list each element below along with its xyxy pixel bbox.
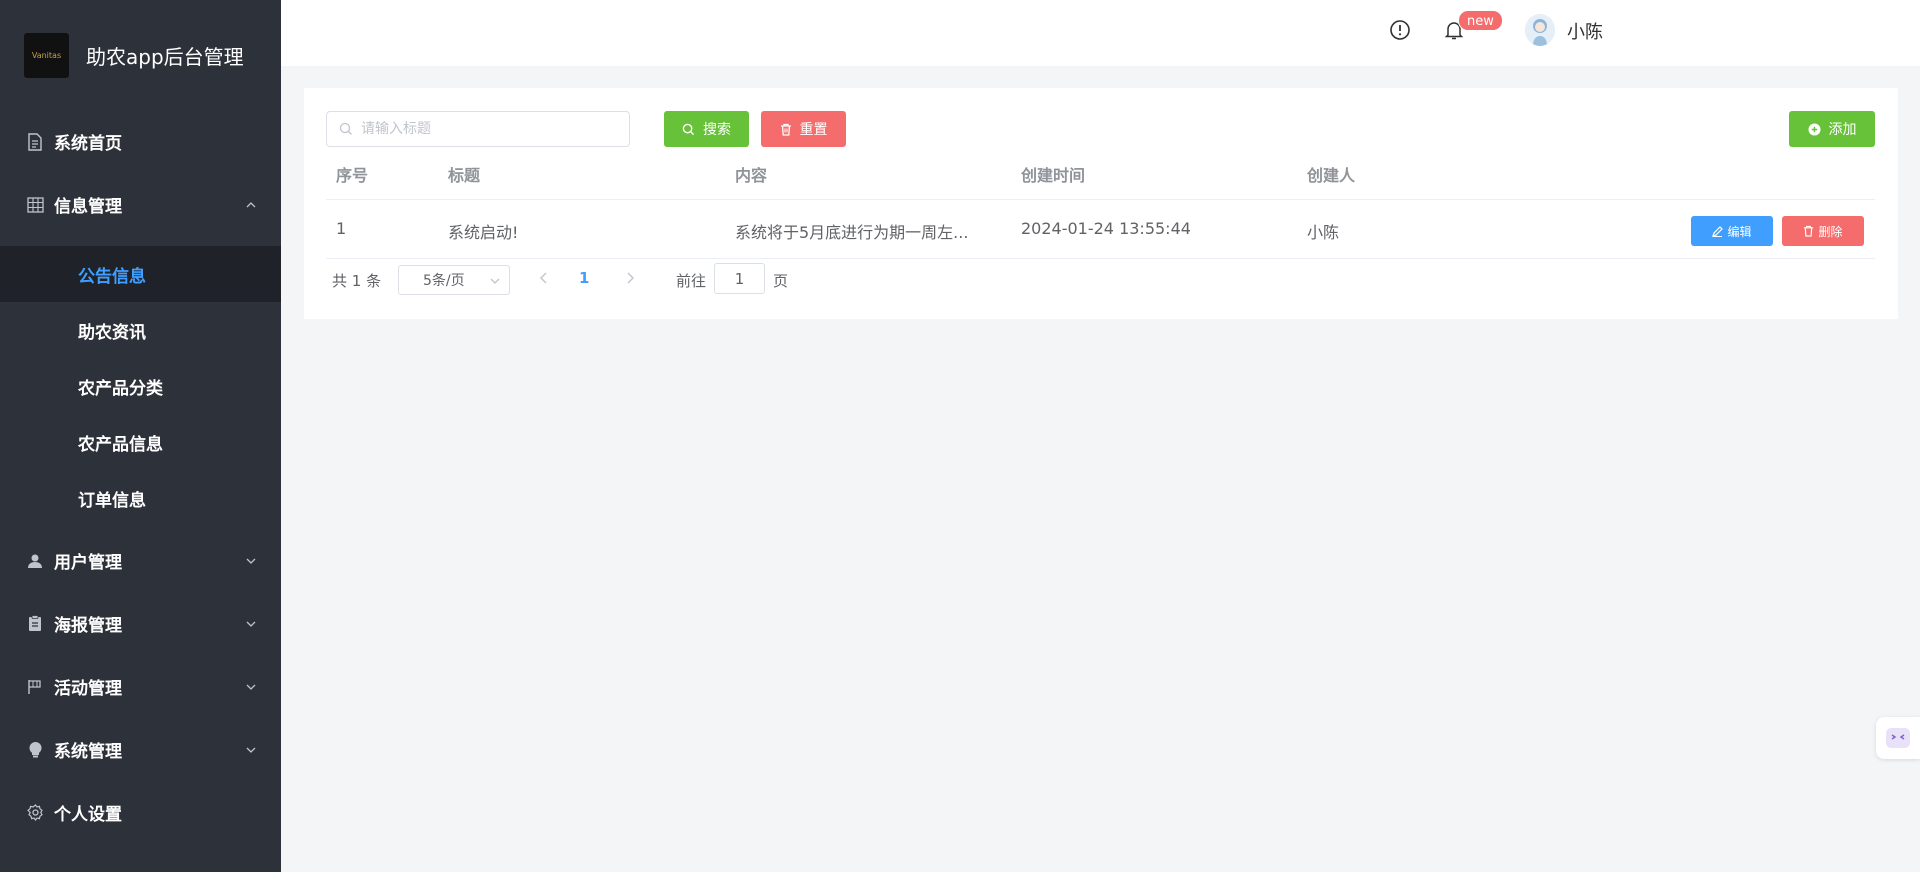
sidebar-item-info-management[interactable]: 信息管理 bbox=[0, 173, 281, 236]
notification-badge: new bbox=[1458, 10, 1503, 31]
submenu-info-management: 公告信息 助农资讯 农产品分类 农产品信息 订单信息 bbox=[0, 246, 281, 526]
chevron-up-icon bbox=[246, 201, 256, 207]
reset-button-label: 重置 bbox=[799, 122, 828, 138]
page-size-value: 5条/页 bbox=[423, 273, 465, 289]
sidebar-item-posters[interactable]: 海报管理 bbox=[0, 592, 281, 655]
edit-button[interactable]: 编辑 bbox=[1691, 216, 1773, 246]
search-button[interactable]: 搜索 bbox=[664, 111, 749, 147]
cell-content: 系统将于5月底进行为期一周左... bbox=[735, 223, 969, 242]
search-icon bbox=[682, 123, 695, 136]
sidebar-item-activities[interactable]: 活动管理 bbox=[0, 655, 281, 718]
search-button-label: 搜索 bbox=[703, 122, 731, 138]
edit-icon bbox=[1712, 225, 1724, 237]
document-icon bbox=[26, 132, 44, 151]
delete-button[interactable]: 删除 bbox=[1782, 216, 1864, 246]
sidebar-item-label: 活动管理 bbox=[54, 679, 122, 699]
chevron-left-icon[interactable] bbox=[538, 271, 550, 285]
gear-icon bbox=[26, 804, 44, 822]
trash-icon bbox=[1803, 225, 1814, 237]
add-button-label: 添加 bbox=[1828, 122, 1857, 138]
column-header-index: 序号 bbox=[336, 166, 369, 185]
chevron-down-icon bbox=[246, 621, 256, 627]
clipboard-icon bbox=[26, 615, 44, 633]
plus-circle-icon bbox=[1807, 122, 1821, 136]
sidebar-item-profile[interactable]: 个人设置 bbox=[0, 781, 281, 844]
sidebar-item-home[interactable]: 系统首页 bbox=[0, 110, 281, 173]
sidebar-item-label: 用户管理 bbox=[54, 553, 122, 573]
column-header-title: 标题 bbox=[448, 166, 481, 185]
user-icon bbox=[26, 552, 44, 570]
chevron-down-icon bbox=[490, 278, 500, 284]
sidebar-item-farm-news[interactable]: 助农资讯 bbox=[0, 302, 281, 358]
grid-icon bbox=[26, 196, 44, 214]
page-suffix: 页 bbox=[773, 272, 789, 290]
column-header-content: 内容 bbox=[735, 166, 768, 185]
brand-logo-text: Vanitas bbox=[31, 50, 62, 60]
cell-index: 1 bbox=[336, 219, 347, 238]
sidebar-item-product-category[interactable]: 农产品分类 bbox=[0, 358, 281, 414]
chevron-right-icon[interactable] bbox=[624, 271, 636, 285]
pagination-total: 共 1 条 bbox=[332, 272, 382, 290]
page-number-current[interactable]: 1 bbox=[579, 269, 589, 287]
sidebar-item-users[interactable]: 用户管理 bbox=[0, 529, 281, 592]
bulb-icon bbox=[26, 741, 44, 759]
column-header-creator: 创建人 bbox=[1307, 166, 1356, 185]
sidebar-item-system[interactable]: 系统管理 bbox=[0, 718, 281, 781]
pagination: 共 1 条 5条/页 1 前往 页 bbox=[326, 263, 926, 295]
page-size-select[interactable]: 5条/页 bbox=[398, 265, 510, 295]
goto-page-input[interactable] bbox=[714, 263, 765, 294]
add-button[interactable]: 添加 bbox=[1789, 111, 1875, 147]
sidebar-item-label: 信息管理 bbox=[54, 197, 122, 217]
floating-assistant-button[interactable] bbox=[1876, 717, 1920, 759]
info-icon[interactable] bbox=[1389, 19, 1411, 41]
brand: Vanitas 助农app后台管理 bbox=[0, 0, 281, 110]
username[interactable]: 小陈 bbox=[1567, 18, 1603, 44]
trash-icon bbox=[780, 123, 792, 136]
avatar[interactable] bbox=[1525, 14, 1555, 46]
sidebar: Vanitas 助农app后台管理 系统首页 信息管理 公告信息 助农资讯 农产… bbox=[0, 0, 281, 872]
cell-title: 系统启动! bbox=[448, 223, 519, 242]
delete-button-label: 删除 bbox=[1818, 224, 1843, 239]
search-input[interactable] bbox=[361, 121, 611, 137]
cell-creator: 小陈 bbox=[1307, 223, 1340, 242]
top-header bbox=[281, 0, 1920, 66]
sidebar-item-label: 系统管理 bbox=[54, 742, 122, 762]
column-header-created: 创建时间 bbox=[1021, 166, 1086, 185]
brand-logo: Vanitas bbox=[24, 32, 69, 78]
sidebar-item-label: 系统首页 bbox=[54, 134, 122, 154]
sidebar-item-orders[interactable]: 订单信息 bbox=[0, 470, 281, 526]
table-header: 序号 标题 内容 创建时间 创建人 bbox=[326, 148, 1875, 200]
search-icon bbox=[339, 122, 352, 135]
flag-icon bbox=[26, 678, 44, 696]
sidebar-item-announcements[interactable]: 公告信息 bbox=[0, 246, 281, 302]
sidebar-item-label: 海报管理 bbox=[54, 616, 122, 636]
search-field[interactable] bbox=[326, 111, 630, 147]
chevron-down-icon bbox=[246, 747, 256, 753]
chevron-down-icon bbox=[246, 684, 256, 690]
brand-title: 助农app后台管理 bbox=[86, 44, 244, 69]
assistant-icon bbox=[1886, 728, 1910, 748]
reset-button[interactable]: 重置 bbox=[761, 111, 846, 147]
sidebar-item-label: 个人设置 bbox=[54, 805, 122, 825]
sidebar-item-product-info[interactable]: 农产品信息 bbox=[0, 414, 281, 470]
cell-created: 2024-01-24 13:55:44 bbox=[1021, 219, 1191, 238]
edit-button-label: 编辑 bbox=[1727, 224, 1752, 239]
goto-label: 前往 bbox=[676, 272, 707, 290]
chevron-down-icon bbox=[246, 558, 256, 564]
table-row: 1 系统启动! 系统将于5月底进行为期一周左... 2024-01-24 13:… bbox=[326, 200, 1875, 259]
content-card: 搜索 重置 添加 序号 标题 内容 创建时间 创建人 1 系统启动! 系统将于5… bbox=[304, 88, 1898, 319]
